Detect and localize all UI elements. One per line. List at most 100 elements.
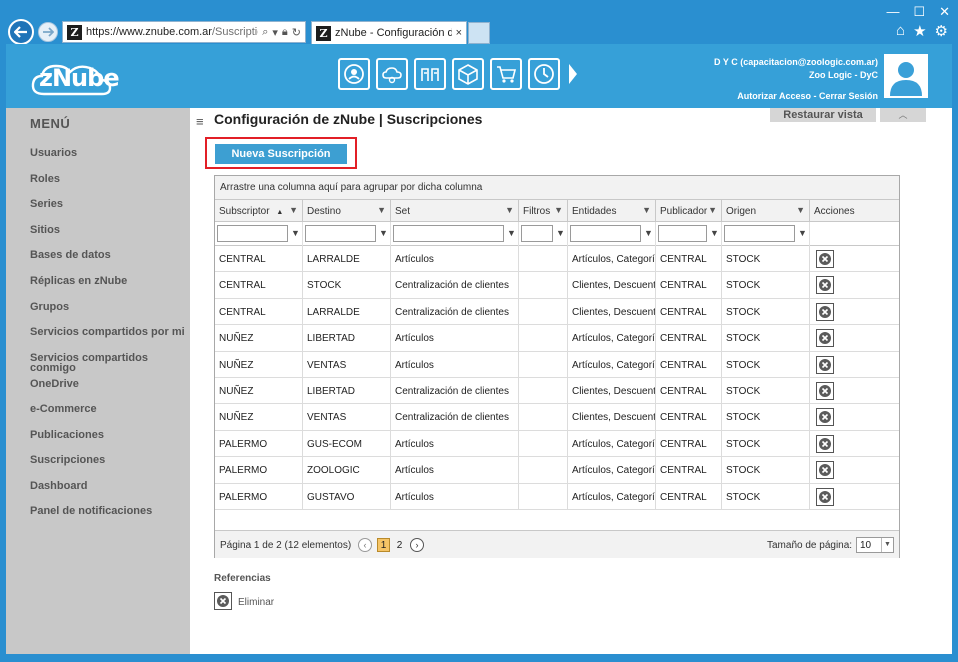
avatar[interactable]	[884, 54, 928, 98]
user-links[interactable]: Autorizar Acceso - Cerrar Sesión	[714, 90, 878, 103]
table-row[interactable]: CENTRAL STOCK Centralización de clientes Cl…	[215, 272, 899, 299]
minimize-icon[interactable]: —	[886, 4, 899, 20]
module-cart-icon[interactable]	[490, 58, 522, 90]
delete-button[interactable]	[816, 355, 834, 374]
col-header-entidades[interactable]: Entidades ▼	[568, 200, 656, 222]
filter-icon[interactable]: ▼	[642, 205, 651, 215]
search-icon[interactable]: ⌕	[262, 26, 268, 39]
table-row[interactable]: PALERMO ZOOLOGIC Artículos Artículos, Categ…	[215, 457, 899, 484]
filter-icon[interactable]: ▼	[554, 205, 563, 215]
filter-set-input[interactable]	[393, 225, 504, 242]
module-reports-icon[interactable]	[414, 58, 446, 90]
filter-icon[interactable]: ▼	[796, 205, 805, 215]
filter-icon[interactable]: ▼	[377, 205, 386, 215]
znube-logo[interactable]: zNube	[30, 58, 120, 98]
maximize-icon[interactable]: ☐	[913, 4, 925, 20]
col-header-origen[interactable]: Origen ▼	[722, 200, 810, 222]
filter-options-icon[interactable]: ▼	[291, 228, 300, 238]
restore-view-button[interactable]: Restaurar vista	[770, 108, 876, 122]
table-row[interactable]: NUÑEZ VENTAS Centralización de clientes Cli…	[215, 404, 899, 431]
col-header-subscriptor[interactable]: Subscriptor ▲ ▼	[215, 200, 303, 222]
sidebar-item-compartidos-conmigo-line2[interactable]: conmigo	[30, 363, 76, 374]
filter-options-icon[interactable]: ▼	[644, 228, 653, 238]
sidebar-item-replicas[interactable]: Réplicas en zNube	[30, 276, 127, 287]
sidebar-item-dashboard[interactable]: Dashboard	[30, 481, 87, 492]
filter-entidades-input[interactable]	[570, 225, 641, 242]
sidebar-item-publicaciones[interactable]: Publicaciones	[30, 430, 104, 441]
filter-options-icon[interactable]: ▼	[710, 228, 719, 238]
sidebar-item-grupos[interactable]: Grupos	[30, 302, 69, 313]
filter-publicador-input[interactable]	[658, 225, 707, 242]
dropdown-icon[interactable]: ▾	[272, 26, 278, 39]
tab-close-icon[interactable]: ×	[452, 27, 466, 39]
cell-acciones	[810, 457, 899, 483]
new-tab-button[interactable]	[468, 22, 490, 44]
filter-options-icon[interactable]: ▼	[379, 228, 388, 238]
sidebar-item-suscripciones[interactable]: Suscripciones	[30, 455, 105, 466]
filter-icon[interactable]: ▼	[289, 205, 298, 215]
sidebar-item-ecommerce[interactable]: e-Commerce	[30, 404, 97, 415]
page-size-select[interactable]: 10 ▼	[856, 537, 894, 553]
delete-button[interactable]	[816, 276, 834, 295]
prev-page-icon[interactable]: ‹	[358, 538, 372, 552]
menu-toggle-icon[interactable]: ≡	[196, 114, 204, 129]
filter-icon[interactable]: ▼	[708, 205, 717, 215]
group-by-panel[interactable]: Arrastre una columna aquí para agrupar p…	[215, 176, 899, 200]
page-1-button[interactable]: 1	[377, 538, 390, 552]
module-box-icon[interactable]	[452, 58, 484, 90]
delete-button[interactable]	[816, 250, 834, 268]
module-users-icon[interactable]	[338, 58, 370, 90]
sidebar-item-bases[interactable]: Bases de datos	[30, 250, 111, 261]
forward-button[interactable]	[38, 22, 58, 42]
delete-button[interactable]	[816, 487, 834, 506]
refresh-icon[interactable]: ↻	[292, 26, 301, 39]
sidebar-item-usuarios[interactable]: Usuarios	[30, 148, 77, 159]
collapse-button[interactable]: ︿	[880, 108, 926, 122]
table-row[interactable]: PALERMO GUS-ECOM Artículos Artículos, Categ…	[215, 430, 899, 458]
new-subscription-button[interactable]: Nueva Suscripción	[215, 144, 347, 164]
table-row[interactable]: CENTRAL LARRALDE Centralización de cliente…	[215, 298, 899, 326]
module-clock-icon[interactable]	[528, 58, 560, 90]
sidebar-item-sitios[interactable]: Sitios	[30, 225, 60, 236]
filter-filtros-input[interactable]	[521, 225, 553, 242]
delete-button[interactable]	[816, 408, 834, 427]
filter-options-icon[interactable]: ▼	[798, 228, 807, 238]
table-row[interactable]: NUÑEZ LIBERTAD Artículos Artículos, Categor…	[215, 325, 899, 352]
col-header-publicador[interactable]: Publicador ▼	[656, 200, 722, 222]
col-header-filtros[interactable]: Filtros ▼	[519, 200, 568, 222]
col-header-destino[interactable]: Destino ▼	[303, 200, 391, 222]
next-page-icon[interactable]: ›	[410, 538, 424, 552]
delete-button[interactable]	[816, 329, 834, 348]
delete-button[interactable]	[816, 302, 834, 321]
address-bar[interactable]: Z https://www.znube.com.ar/Suscriptio ⌕ …	[62, 21, 306, 43]
delete-button[interactable]	[816, 382, 834, 400]
filter-destino-input[interactable]	[305, 225, 376, 242]
page-2-button[interactable]: 2	[393, 538, 406, 552]
table-row[interactable]: PALERMO GUSTAVO Artículos Artículos, Catego…	[215, 483, 899, 510]
home-icon[interactable]: ⌂	[896, 22, 905, 40]
table-row[interactable]: NUÑEZ LIBERTAD Centralización de clientes C…	[215, 378, 899, 405]
filter-options-icon[interactable]: ▼	[556, 228, 565, 238]
module-next-icon[interactable]	[566, 58, 580, 90]
filter-icon[interactable]: ▼	[505, 205, 514, 215]
chevron-down-icon[interactable]: ▼	[881, 538, 893, 552]
filter-origen-input[interactable]	[724, 225, 795, 242]
sidebar-item-series[interactable]: Series	[30, 199, 63, 210]
table-row[interactable]: NUÑEZ VENTAS Artículos Artículos, Categorí C…	[215, 351, 899, 378]
filter-subscriptor-input[interactable]	[217, 225, 288, 242]
back-button[interactable]	[8, 19, 34, 45]
module-cloud-settings-icon[interactable]	[376, 58, 408, 90]
sidebar-item-roles[interactable]: Roles	[30, 174, 60, 185]
delete-button[interactable]	[816, 434, 834, 453]
browser-tab[interactable]: Z zNube - Configuración de z... ×	[311, 21, 467, 44]
favorites-star-icon[interactable]: ★	[913, 22, 926, 40]
filter-options-icon[interactable]: ▼	[507, 228, 516, 238]
sidebar-item-notificaciones[interactable]: Panel de notificaciones	[30, 506, 152, 517]
table-row[interactable]: CENTRAL LARRALDE Artículos Artículos, Categ…	[215, 246, 899, 273]
close-window-icon[interactable]: ✕	[939, 4, 950, 20]
sidebar-item-onedrive[interactable]: OneDrive	[30, 379, 79, 390]
delete-button[interactable]	[816, 461, 834, 480]
settings-gear-icon[interactable]: ⚙	[935, 22, 948, 40]
sidebar-item-compartidos-por-mi[interactable]: Servicios compartidos por mi	[30, 327, 185, 338]
col-header-set[interactable]: Set ▼	[391, 200, 519, 222]
